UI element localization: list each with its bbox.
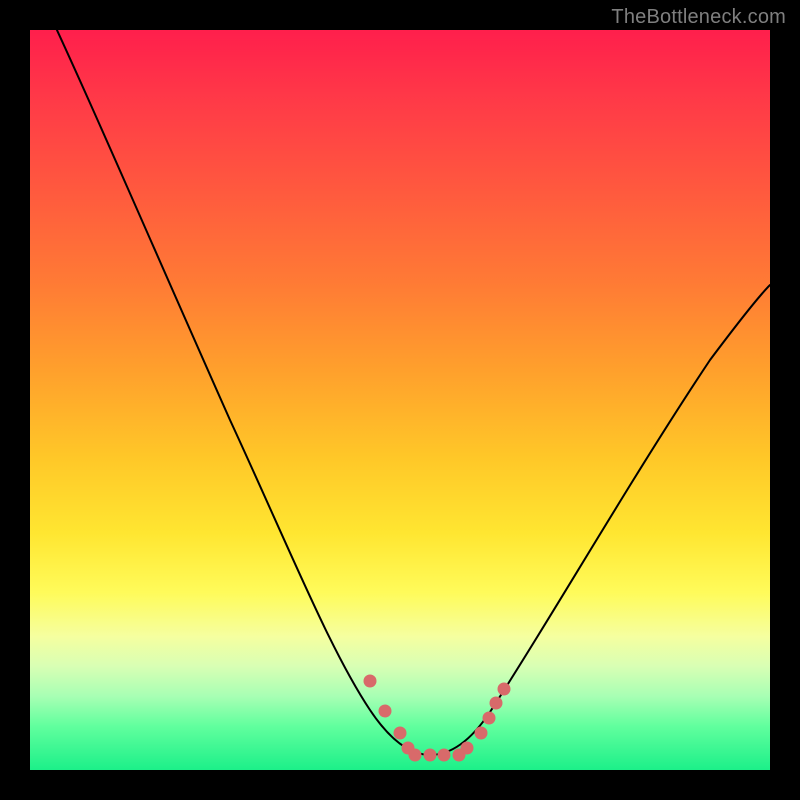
marker-dot bbox=[364, 675, 377, 688]
marker-dot bbox=[483, 712, 496, 725]
marker-dot bbox=[498, 683, 511, 696]
watermark-text: TheBottleneck.com bbox=[611, 6, 786, 29]
marker-dot bbox=[424, 749, 437, 762]
marker-dot bbox=[379, 705, 392, 718]
chart-frame: TheBottleneck.com bbox=[0, 0, 800, 800]
plot-area bbox=[30, 30, 770, 770]
marker-group bbox=[364, 675, 511, 762]
marker-dot bbox=[409, 749, 422, 762]
chart-svg bbox=[30, 30, 770, 770]
marker-dot bbox=[461, 742, 474, 755]
chart-line bbox=[43, 30, 770, 755]
marker-dot bbox=[438, 749, 451, 762]
marker-dot bbox=[394, 727, 407, 740]
marker-dot bbox=[490, 697, 503, 710]
marker-dot bbox=[475, 727, 488, 740]
